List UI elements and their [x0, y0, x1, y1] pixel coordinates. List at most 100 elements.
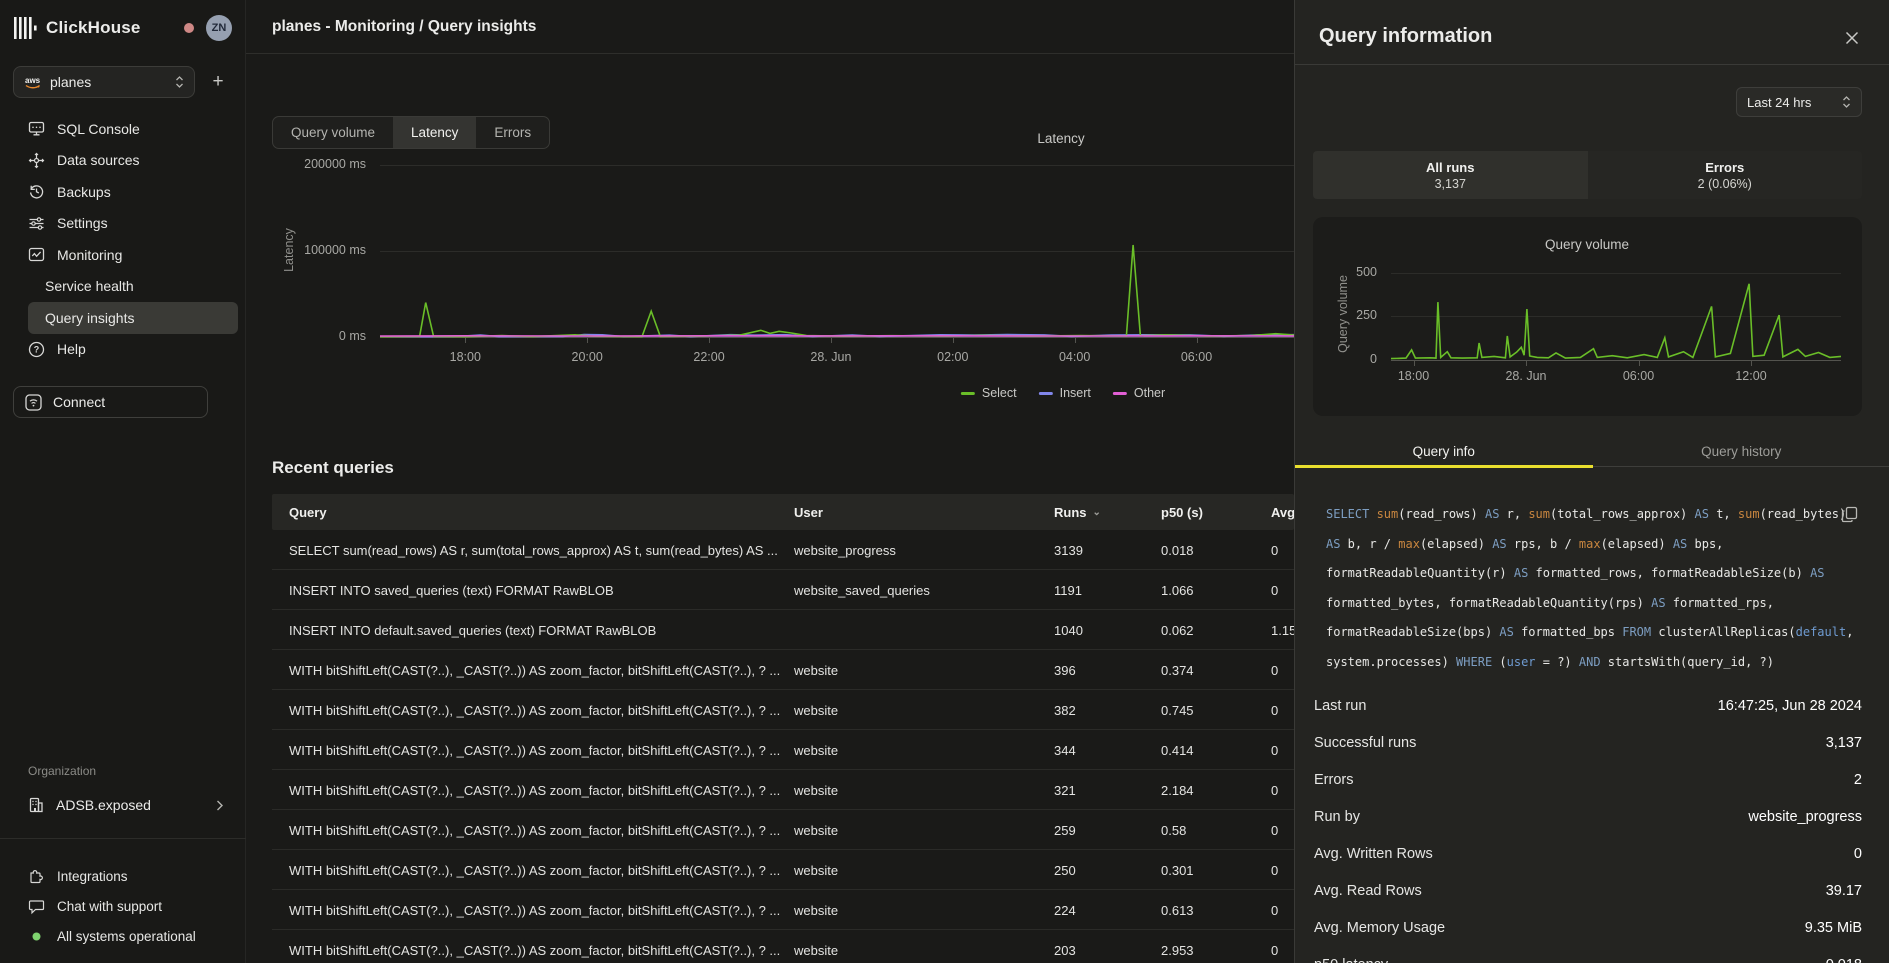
- table-row[interactable]: WITH bitShiftLeft(CAST(?..), _CAST(?..))…: [272, 770, 1294, 810]
- table-cell: 1040: [1054, 610, 1154, 650]
- sidebar-item-backups[interactable]: Backups: [0, 176, 246, 208]
- settings-icon: [28, 215, 45, 232]
- sql-line: AS b, r / max(elapsed) AS rps, b / max(e…: [1326, 530, 1866, 560]
- table-row[interactable]: WITH bitShiftLeft(CAST(?..), _CAST(?..))…: [272, 850, 1294, 890]
- organization-section-label: Organization: [28, 764, 96, 778]
- table-row[interactable]: WITH bitShiftLeft(CAST(?..), _CAST(?..))…: [272, 810, 1294, 850]
- recent-queries-title: Recent queries: [272, 458, 394, 478]
- stat-row: Run bywebsite_progress: [1314, 798, 1862, 835]
- avatar[interactable]: ZN: [206, 15, 232, 41]
- service-row: aws planes +: [13, 66, 233, 98]
- y-tick-label: 100000 ms: [256, 243, 366, 257]
- table-cell: 2.953: [1161, 930, 1266, 963]
- table-row[interactable]: WITH bitShiftLeft(CAST(?..), _CAST(?..))…: [272, 890, 1294, 930]
- stat-row: Successful runs3,137: [1314, 724, 1862, 761]
- sidebar-item-sql-console[interactable]: SQL Console: [0, 113, 246, 145]
- sidebar-footer: Integrations Chat with support All systems…: [0, 861, 246, 951]
- notification-dot-icon[interactable]: [184, 23, 194, 33]
- copy-icon[interactable]: [1841, 506, 1859, 524]
- query-stats-list: Last run16:47:25, Jun 28 2024Successful …: [1314, 687, 1862, 963]
- summary-tab-errors[interactable]: Errors2 (0.06%): [1588, 151, 1863, 199]
- table-cell: website: [794, 850, 1049, 890]
- sidebar-item-settings[interactable]: Settings: [0, 208, 246, 240]
- table-cell: WITH bitShiftLeft(CAST(?..), _CAST(?..))…: [289, 770, 789, 810]
- sql-line: formatReadableSize(bps) AS formatted_bps…: [1326, 618, 1866, 648]
- stat-row: Avg. Written Rows0: [1314, 835, 1862, 872]
- table-cell: 259: [1054, 810, 1154, 850]
- sidebar-divider: [0, 838, 246, 839]
- legend-swatch-icon: [961, 392, 975, 395]
- table-cell: website_progress: [794, 530, 1049, 570]
- table-cell: website: [794, 810, 1049, 850]
- sidebar-item-service-health[interactable]: Service health: [0, 271, 246, 303]
- sidebar-item-label: Service health: [45, 278, 134, 294]
- sql-line: system.processes) WHERE (user = ?) AND s…: [1326, 648, 1866, 678]
- table-cell: 0.745: [1161, 690, 1266, 730]
- sidebar-item-help[interactable]: ?Help: [0, 334, 246, 366]
- column-header-avg-[interactable]: Avg.: [1271, 494, 1294, 530]
- table-row[interactable]: WITH bitShiftLeft(CAST(?..), _CAST(?..))…: [272, 690, 1294, 730]
- column-header-label: User: [794, 505, 823, 520]
- legend-item-other[interactable]: Other: [1113, 386, 1165, 400]
- recent-queries-table: Query User Runs⌄ p50 (s) Avg. SELECT sum(rea…: [272, 494, 1294, 963]
- service-selector[interactable]: aws planes: [13, 66, 195, 98]
- query-detail-tabs: Query infoQuery history: [1295, 436, 1889, 467]
- svg-text:aws: aws: [25, 76, 41, 85]
- table-body: SELECT sum(read_rows) AS r, sum(total_ro…: [272, 530, 1294, 963]
- column-header-user[interactable]: User: [794, 494, 823, 530]
- sql-line: formatReadableQuantity(r) AS formatted_r…: [1326, 559, 1866, 589]
- stat-label: Successful runs: [1314, 735, 1416, 751]
- sidebar-footer-label: All systems operational: [57, 929, 196, 944]
- tab-query-history[interactable]: Query history: [1593, 436, 1889, 466]
- table-row[interactable]: WITH bitShiftLeft(CAST(?..), _CAST(?..))…: [272, 930, 1294, 963]
- add-service-button[interactable]: +: [203, 67, 233, 97]
- stat-value: 9.35 MiB: [1805, 920, 1862, 936]
- tab-query-info[interactable]: Query info: [1295, 436, 1593, 466]
- legend-label: Select: [982, 386, 1017, 400]
- table-cell: INSERT INTO default.saved_queries (text)…: [289, 610, 789, 650]
- stat-label: Run by: [1314, 809, 1360, 825]
- sidebar-item-query-insights[interactable]: Query insights: [28, 302, 238, 334]
- x-tick-label: 06:00: [1594, 369, 1684, 383]
- sidebar-item-data-sources[interactable]: Data sources: [0, 145, 246, 177]
- close-icon[interactable]: [1843, 29, 1861, 47]
- stat-value: 39.17: [1826, 883, 1862, 899]
- sidebar-footer-item-chat-with-support[interactable]: Chat with support: [0, 891, 246, 921]
- main-content: planes - Monitoring / Query insights Que…: [246, 0, 1294, 963]
- sidebar-item-monitoring[interactable]: Monitoring: [0, 239, 246, 271]
- column-header-runs[interactable]: Runs⌄: [1054, 494, 1101, 530]
- summary-tab-all-runs[interactable]: All runs3,137: [1313, 151, 1588, 199]
- panel-title: Query information: [1319, 25, 1492, 48]
- table-row[interactable]: WITH bitShiftLeft(CAST(?..), _CAST(?..))…: [272, 650, 1294, 690]
- service-name: planes: [50, 74, 91, 90]
- column-header-query[interactable]: Query: [289, 494, 327, 530]
- sidebar-footer-item-integrations[interactable]: Integrations: [0, 861, 246, 891]
- table-row[interactable]: INSERT INTO default.saved_queries (text)…: [272, 610, 1294, 650]
- table-row[interactable]: SELECT sum(read_rows) AS r, sum(total_ro…: [272, 530, 1294, 570]
- chart-title: Query volume: [1545, 237, 1629, 252]
- legend-item-insert[interactable]: Insert: [1039, 386, 1091, 400]
- time-range-select[interactable]: Last 24 hrs: [1736, 87, 1862, 117]
- table-cell: WITH bitShiftLeft(CAST(?..), _CAST(?..))…: [289, 930, 789, 963]
- x-tick-label: 22:00: [664, 350, 754, 364]
- table-cell: 0: [1271, 890, 1294, 930]
- connect-button[interactable]: Connect: [13, 386, 208, 418]
- chevron-right-icon: [216, 800, 223, 811]
- table-cell: 0: [1271, 930, 1294, 963]
- summary-tab-label: Errors: [1705, 160, 1744, 175]
- legend-item-select[interactable]: Select: [961, 386, 1017, 400]
- table-cell: 0: [1271, 730, 1294, 770]
- table-cell: website: [794, 890, 1049, 930]
- table-row[interactable]: WITH bitShiftLeft(CAST(?..), _CAST(?..))…: [272, 730, 1294, 770]
- sidebar-footer-item-all-systems-operational[interactable]: All systems operational: [0, 921, 246, 951]
- table-cell: 0.58: [1161, 810, 1266, 850]
- chart-plot-area[interactable]: [380, 150, 1294, 339]
- sidebar-footer-label: Chat with support: [57, 899, 162, 914]
- table-cell: 0: [1271, 570, 1294, 610]
- sql-query-text: SELECT sum(read_rows) AS r, sum(total_ro…: [1326, 500, 1866, 678]
- sidebar-item-label: Backups: [57, 184, 111, 200]
- column-header-p50-s-[interactable]: p50 (s): [1161, 494, 1203, 530]
- organization-selector[interactable]: ADSB.exposed: [13, 791, 233, 819]
- table-row[interactable]: INSERT INTO saved_queries (text) FORMAT …: [272, 570, 1294, 610]
- chart-plot-area[interactable]: [1391, 266, 1841, 362]
